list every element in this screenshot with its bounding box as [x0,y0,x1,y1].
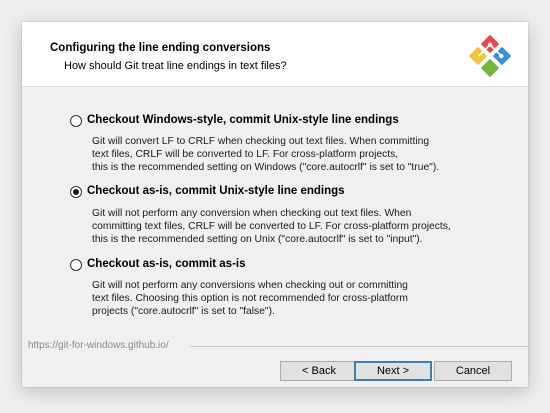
next-button[interactable]: Next > [354,361,432,381]
description-line: this is the recommended setting on Unix … [92,234,423,245]
page-subtitle: How should Git treat line endings in tex… [64,60,287,72]
description-line: Git will not perform any conversions whe… [92,280,408,291]
option-label: Checkout as-is, commit Unix-style line e… [87,185,345,197]
page-title: Configuring the line ending conversions [50,42,271,54]
option-description: Git will not perform any conversions whe… [92,279,408,318]
footer-divider [190,346,528,347]
description-line: text files. Choosing this option is not … [92,293,408,304]
option-label: Checkout Windows-style, commit Unix-styl… [87,114,399,126]
description-line: Git will not perform any conversion when… [92,208,412,219]
option-label: Checkout as-is, commit as-is [87,258,246,270]
project-url: https://git-for-windows.github.io/ [28,340,169,351]
description-line: projects ("core.autocrlf" is set to "fal… [92,306,275,317]
setup-dialog: Configuring the line ending conversions … [22,22,528,387]
back-button[interactable]: < Back [280,361,358,381]
description-line: this is the recommended setting on Windo… [92,162,440,173]
radio-windows-style[interactable] [70,115,82,127]
cancel-button[interactable]: Cancel [434,361,512,381]
description-line: Git will convert LF to CRLF when checkin… [92,136,430,147]
option-description: Git will convert LF to CRLF when checkin… [92,135,439,174]
wizard-header: Configuring the line ending conversions … [22,22,528,87]
radio-as-is[interactable] [70,259,82,271]
git-for-windows-logo-icon [468,34,512,78]
description-line: committing text files, CRLF will be conv… [92,221,451,232]
radio-unix-style[interactable] [70,186,82,198]
option-description: Git will not perform any conversion when… [92,207,451,246]
description-line: text files, CRLF will be converted to LF… [92,149,399,160]
